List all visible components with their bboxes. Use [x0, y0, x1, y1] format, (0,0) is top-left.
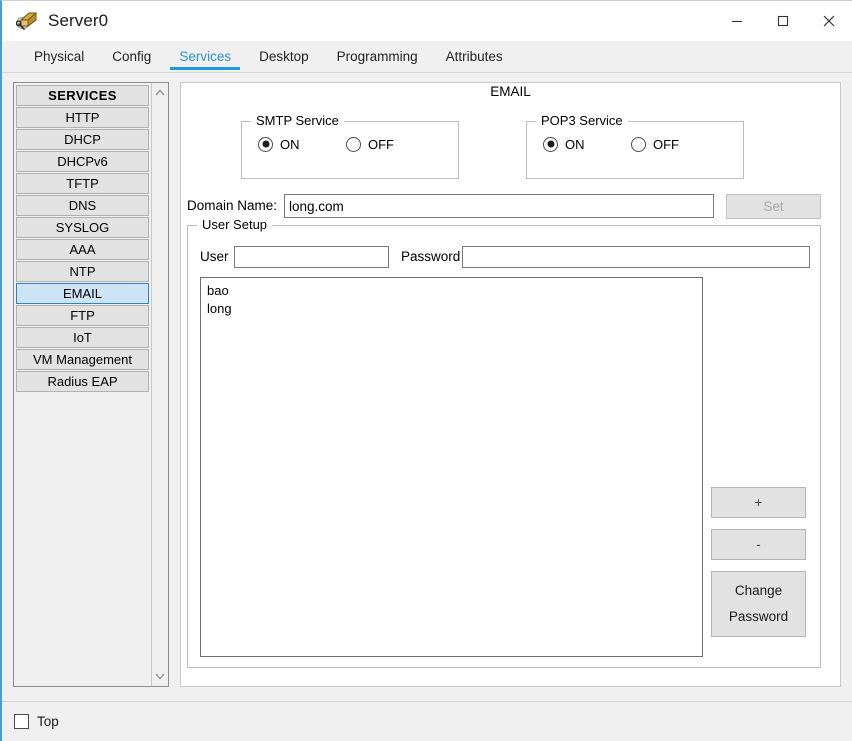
smtp-on-radio[interactable]: ON: [258, 136, 300, 152]
sidebar-item-dhcp[interactable]: DHCP: [16, 129, 149, 150]
set-domain-button[interactable]: Set: [726, 194, 821, 219]
tab-physical[interactable]: Physical: [20, 41, 98, 72]
user-input[interactable]: [234, 246, 389, 268]
services-sidebar: SERVICES HTTP DHCP DHCPv6 TFTP DNS SYSLO…: [13, 82, 169, 687]
user-setup-group: User Setup User Password bao long + - Ch…: [187, 217, 821, 668]
maximize-icon: [777, 15, 789, 27]
list-item[interactable]: long: [207, 300, 696, 318]
pop3-on-radio[interactable]: ON: [543, 136, 585, 152]
tab-attributes[interactable]: Attributes: [432, 41, 517, 72]
domain-name-row: Domain Name: Set: [181, 194, 840, 219]
smtp-service-label: SMTP Service: [251, 113, 344, 128]
radio-filled-icon: [543, 136, 558, 152]
server-device-icon: [15, 10, 38, 32]
tab-services[interactable]: Services: [165, 41, 245, 72]
radio-empty-icon: [631, 136, 646, 152]
password-input[interactable]: [462, 246, 810, 268]
user-credentials-row: User Password: [200, 246, 810, 268]
sidebar-header-services: SERVICES: [16, 85, 149, 106]
user-list[interactable]: bao long: [200, 277, 703, 657]
add-user-button[interactable]: +: [711, 487, 806, 518]
sidebar-item-radius-eap[interactable]: Radius EAP: [16, 371, 149, 392]
sidebar-item-ftp[interactable]: FTP: [16, 305, 149, 326]
domain-name-input[interactable]: [284, 194, 714, 218]
page-title: EMAIL: [490, 84, 531, 99]
smtp-off-label: OFF: [368, 136, 394, 152]
sidebar-item-email[interactable]: EMAIL: [16, 283, 149, 304]
domain-name-label: Domain Name:: [187, 198, 278, 213]
bottom-bar: Top: [2, 701, 852, 741]
sidebar-item-dns[interactable]: DNS: [16, 195, 149, 216]
pop3-off-label: OFF: [653, 136, 679, 152]
tab-desktop[interactable]: Desktop: [245, 41, 323, 72]
server-config-window: Server0 Physical Config Services Desktop…: [0, 0, 852, 741]
password-label: Password: [401, 249, 461, 264]
close-icon: [823, 15, 835, 27]
window-controls: [714, 1, 852, 41]
content-area: SERVICES HTTP DHCP DHCPv6 TFTP DNS SYSLO…: [2, 73, 852, 701]
minimize-button[interactable]: [714, 1, 760, 41]
smtp-on-label: ON: [280, 136, 300, 152]
tab-programming[interactable]: Programming: [323, 41, 432, 72]
sidebar-item-syslog[interactable]: SYSLOG: [16, 217, 149, 238]
sidebar-item-vm-management[interactable]: VM Management: [16, 349, 149, 370]
pop3-service-group: POP3 Service ON OFF: [526, 113, 744, 179]
sidebar-item-dhcpv6[interactable]: DHCPv6: [16, 151, 149, 172]
smtp-off-radio[interactable]: OFF: [346, 136, 394, 152]
list-item[interactable]: bao: [207, 282, 696, 300]
top-checkbox-label: Top: [37, 714, 59, 729]
tab-config[interactable]: Config: [98, 41, 165, 72]
tab-bar: Physical Config Services Desktop Program…: [2, 41, 852, 73]
pop3-on-label: ON: [565, 136, 585, 152]
chevron-down-icon: [155, 673, 165, 680]
sidebar-item-ntp[interactable]: NTP: [16, 261, 149, 282]
sidebar-item-tftp[interactable]: TFTP: [16, 173, 149, 194]
change-password-line2: Password: [728, 609, 789, 625]
user-setup-label: User Setup: [197, 217, 273, 232]
pop3-off-radio[interactable]: OFF: [631, 136, 679, 152]
sidebar-item-iot[interactable]: IoT: [16, 327, 149, 348]
chevron-up-icon: [155, 89, 165, 96]
sidebar-item-http[interactable]: HTTP: [16, 107, 149, 128]
radio-filled-icon: [258, 136, 273, 152]
window-title: Server0: [48, 11, 109, 30]
sidebar-item-aaa[interactable]: AAA: [16, 239, 149, 260]
remove-user-button[interactable]: -: [711, 529, 806, 560]
radio-empty-icon: [346, 136, 361, 152]
change-password-button[interactable]: Change Password: [711, 571, 806, 637]
maximize-button[interactable]: [760, 1, 806, 41]
title-bar: Server0: [2, 1, 852, 41]
minimize-icon: [732, 20, 742, 23]
smtp-service-group: SMTP Service ON OFF: [241, 113, 459, 179]
pop3-service-label: POP3 Service: [536, 113, 628, 128]
services-list: SERVICES HTTP DHCP DHCPv6 TFTP DNS SYSLO…: [14, 83, 151, 686]
user-label: User: [200, 249, 229, 264]
change-password-line1: Change: [734, 583, 783, 599]
sidebar-scrollbar[interactable]: [151, 83, 168, 686]
top-checkbox[interactable]: [14, 714, 29, 729]
email-settings-panel: EMAIL SMTP Service ON OFF POP3 Service O…: [180, 82, 841, 687]
close-button[interactable]: [806, 1, 852, 41]
